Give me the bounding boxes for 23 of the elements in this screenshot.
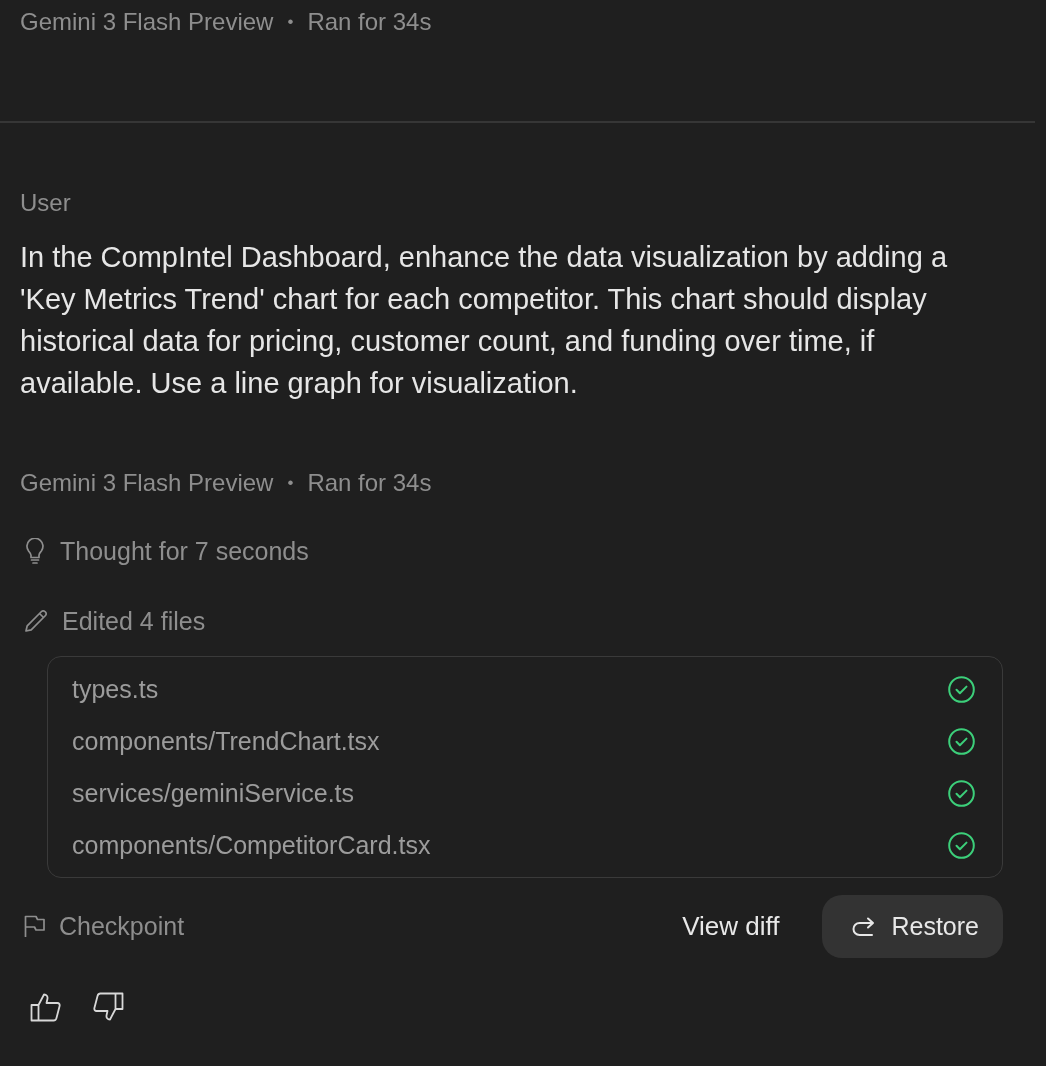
file-path[interactable]: components/CompetitorCard.tsx [72, 830, 431, 860]
restore-button[interactable]: Restore [822, 895, 1003, 958]
file-path[interactable]: types.ts [72, 674, 159, 704]
thumbs-up-icon[interactable] [30, 992, 61, 1022]
thought-duration[interactable]: Thought for 7 seconds [60, 536, 309, 566]
sender-label: User [20, 189, 71, 217]
redo-arrow-icon [852, 916, 876, 937]
thumbs-down-icon[interactable] [93, 992, 124, 1022]
view-diff-button[interactable]: View diff [670, 895, 792, 958]
checkpoint-label: Checkpoint [59, 912, 185, 941]
separator-dot: • [287, 473, 294, 493]
model-name: Gemini 3 Flash Preview [20, 8, 274, 36]
run-duration: Ran for 34s [307, 469, 432, 497]
flag-icon [24, 915, 45, 938]
edited-files-summary[interactable]: Edited 4 files [62, 606, 206, 636]
user-prompt: In the CompIntel Dashboard, enhance the data visualization by adding a 'Key Metrics Trend' chart for each competitor. This chart should display historical data for pricing, customer count, and funding over time, if available. Use a line graph for visualization. [20, 240, 948, 401]
pencil-icon [24, 609, 48, 633]
model-name: Gemini 3 Flash Preview [20, 469, 274, 497]
lightbulb-icon [24, 538, 46, 564]
file-path[interactable]: components/TrendChart.tsx [72, 726, 380, 756]
separator-dot: • [287, 12, 294, 32]
run-duration: Ran for 34s [307, 8, 432, 36]
file-path[interactable]: services/geminiService.ts [72, 778, 355, 808]
